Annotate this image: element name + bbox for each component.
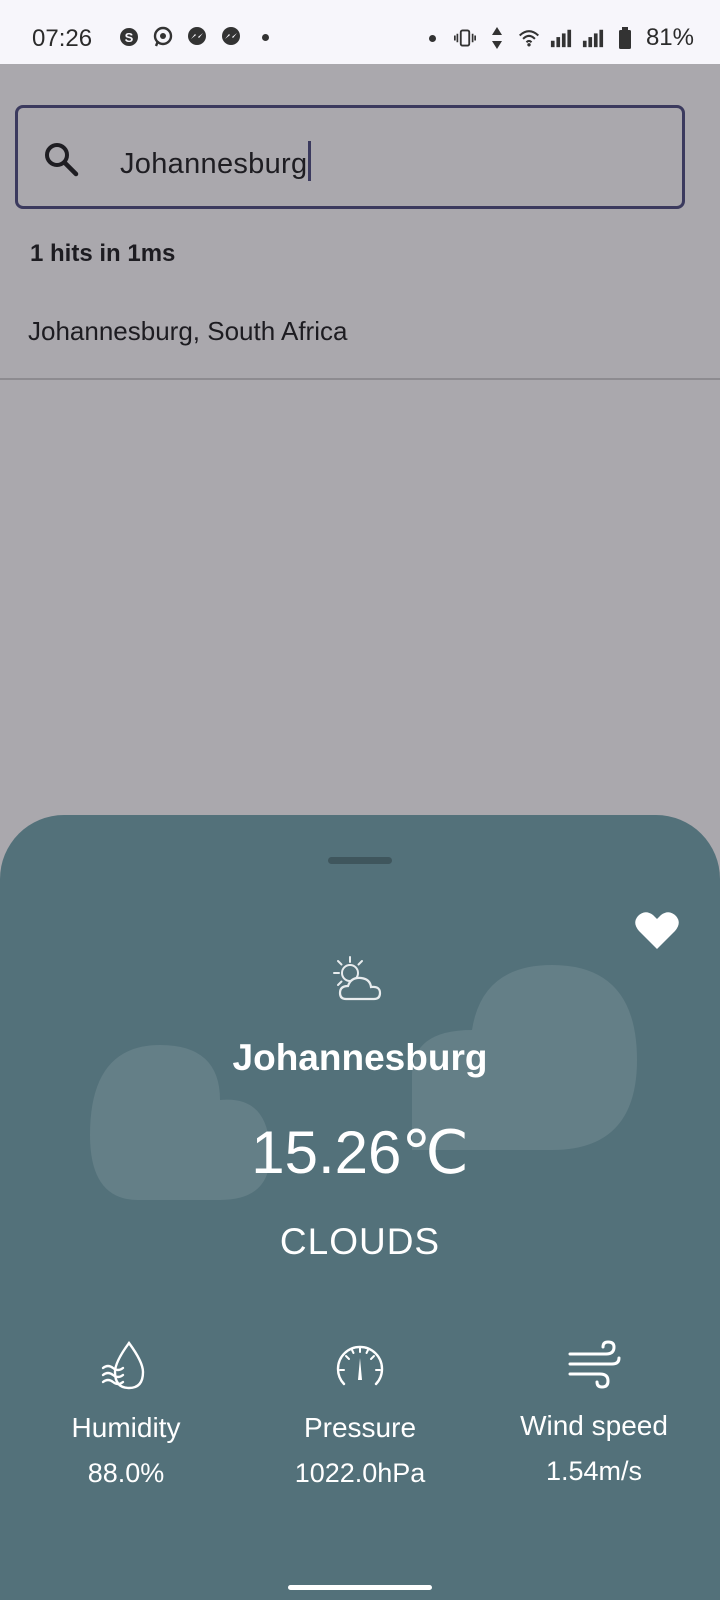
temperature: 15.26℃: [251, 1119, 469, 1186]
status-bar: 07:26 S 81%: [0, 0, 720, 64]
heart-icon: [635, 912, 679, 949]
weather-bottom-sheet: Johannesburg 15.26℃ CLOUDS Humidity 88.0…: [0, 815, 720, 1600]
favorite-button[interactable]: [634, 911, 680, 951]
humidity-icon: [101, 1340, 145, 1390]
text-caret: [308, 141, 312, 181]
battery-percent: 81%: [645, 24, 694, 51]
battery-icon: [614, 27, 636, 49]
vibrate-icon: [453, 27, 476, 49]
weather-condition: CLOUDS: [279, 1221, 441, 1262]
gesture-nav-bar[interactable]: [288, 1585, 432, 1590]
svg-text:S: S: [125, 30, 134, 45]
wind-metric: Wind speed 1.54m/s: [474, 1340, 714, 1487]
humidity-label: Humidity: [71, 1412, 181, 1443]
dot-icon: [422, 27, 444, 49]
notification-icons: S: [118, 26, 276, 48]
status-time: 07:26: [32, 25, 93, 52]
pressure-metric: Pressure 1022.0hPa: [240, 1340, 480, 1489]
partly-cloudy-icon: [328, 955, 388, 1005]
search-input[interactable]: Johannesburg: [15, 105, 685, 209]
wind-icon: [568, 1340, 621, 1389]
data-arrows-icon: [486, 27, 508, 49]
search-result-label: Johannesburg, South Africa: [28, 316, 348, 346]
pressure-value: 1022.0hPa: [294, 1458, 426, 1488]
system-icons: 81%: [422, 24, 694, 52]
wind-label: Wind speed: [520, 1410, 668, 1441]
signal-icon: [550, 27, 572, 49]
drag-handle[interactable]: [328, 857, 392, 864]
pressure-gauge-icon: [336, 1345, 384, 1386]
humidity-value: 88.0%: [87, 1458, 165, 1488]
humidity-metric: Humidity 88.0%: [6, 1340, 246, 1489]
skype-icon: S: [118, 26, 140, 48]
wind-value: 1.54m/s: [545, 1456, 643, 1486]
city-name: Johannesburg: [232, 1037, 488, 1078]
messenger-icon: [220, 26, 242, 48]
hits-count: 1 hits in 1ms: [30, 240, 176, 267]
messenger-icon: [186, 26, 208, 48]
search-value[interactable]: Johannesburg: [120, 141, 312, 181]
whatsapp-icon: [152, 26, 174, 48]
search-icon[interactable]: [42, 140, 80, 178]
notification-dot-icon: [254, 26, 276, 48]
pressure-label: Pressure: [303, 1412, 417, 1443]
search-result-item[interactable]: Johannesburg, South Africa: [0, 290, 720, 380]
signal-icon: [582, 27, 604, 49]
wifi-icon: [518, 27, 540, 49]
